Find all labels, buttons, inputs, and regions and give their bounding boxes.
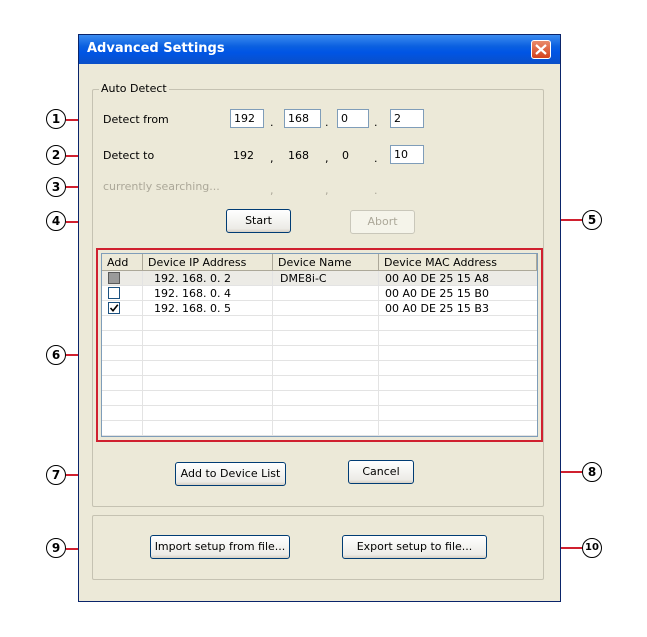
ip-dot: . [374, 116, 378, 129]
row-ip: 192. 168. 0. 4 [154, 287, 231, 300]
ip-dot: , [270, 184, 274, 197]
ip-dot: . [270, 116, 274, 129]
add-checkbox-indeterminate[interactable] [108, 272, 120, 284]
empty-row [102, 331, 537, 346]
currently-searching-label: currently searching... [103, 180, 220, 193]
import-setup-button[interactable]: Import setup from file... [150, 535, 290, 559]
detect-to-label: Detect to [103, 149, 155, 162]
ip-dot: , [325, 152, 329, 165]
device-list-highlight: Add Device IP Address Device Name Device… [96, 248, 543, 442]
close-icon [535, 44, 547, 55]
abort-button[interactable]: Abort [350, 210, 415, 234]
empty-row [102, 376, 537, 391]
row-mac: 00 A0 DE 25 15 B0 [385, 287, 489, 300]
detect-from-octet-4[interactable]: 2 [390, 109, 424, 128]
empty-row [102, 406, 537, 421]
table-row[interactable]: 192. 168. 0. 5 00 A0 DE 25 15 B3 [102, 301, 537, 316]
add-checkbox-unchecked[interactable] [108, 287, 120, 299]
auto-detect-legend: Auto Detect [99, 82, 169, 95]
row-mac: 00 A0 DE 25 15 B3 [385, 302, 489, 315]
cancel-button[interactable]: Cancel [348, 460, 414, 484]
detect-from-label: Detect from [103, 113, 169, 126]
row-ip: 192. 168. 0. 5 [154, 302, 231, 315]
ip-dot: . [325, 116, 329, 129]
callout-5: 5 [582, 210, 602, 230]
empty-row [102, 391, 537, 406]
detect-to-octet-3: 0 [342, 149, 349, 162]
detect-from-octet-1[interactable]: 192 [230, 109, 264, 128]
ip-dot: , [325, 184, 329, 197]
device-list[interactable]: Add Device IP Address Device Name Device… [101, 253, 538, 437]
add-checkbox-checked[interactable] [108, 302, 120, 314]
column-divider [378, 271, 379, 436]
ip-dot: , [270, 152, 274, 165]
detect-to-octet-1: 192 [233, 149, 254, 162]
start-button[interactable]: Start [226, 209, 291, 233]
column-header-ip[interactable]: Device IP Address [143, 254, 273, 271]
detect-from-octet-3[interactable]: 0 [337, 109, 369, 128]
ip-dot: . [374, 152, 378, 165]
close-button[interactable] [531, 40, 551, 59]
row-ip: 192. 168. 0. 2 [154, 272, 231, 285]
title-bar[interactable]: Advanced Settings [79, 35, 560, 64]
column-divider [142, 271, 143, 436]
row-mac: 00 A0 DE 25 15 A8 [385, 272, 489, 285]
column-header-add[interactable]: Add [102, 254, 143, 271]
callout-9: 9 [46, 538, 66, 558]
callout-3: 3 [46, 177, 66, 197]
detect-from-octet-2[interactable]: 168 [284, 109, 321, 128]
column-header-name[interactable]: Device Name [273, 254, 379, 271]
callout-8: 8 [582, 462, 602, 482]
column-divider [272, 271, 273, 436]
detect-to-octet-2: 168 [288, 149, 309, 162]
column-header-mac[interactable]: Device MAC Address [379, 254, 537, 271]
empty-row [102, 316, 537, 331]
detect-to-octet-4[interactable]: 10 [390, 145, 424, 164]
empty-row [102, 421, 537, 436]
add-to-device-list-button[interactable]: Add to Device List [175, 462, 286, 486]
table-row[interactable]: 192. 168. 0. 4 00 A0 DE 25 15 B0 [102, 286, 537, 301]
empty-row [102, 346, 537, 361]
callout-7: 7 [46, 465, 66, 485]
callout-10: 10 [582, 538, 602, 558]
callout-6: 6 [46, 345, 66, 365]
row-device-name: DME8i-C [280, 272, 327, 285]
dialog-title: Advanced Settings [87, 41, 225, 56]
callout-2: 2 [46, 145, 66, 165]
export-setup-button[interactable]: Export setup to file... [342, 535, 487, 559]
callout-1: 1 [46, 109, 66, 129]
empty-row [102, 361, 537, 376]
ip-dot: . [374, 184, 378, 197]
table-row[interactable]: 192. 168. 0. 2 DME8i-C 00 A0 DE 25 15 A8 [102, 271, 537, 286]
checkmark-icon [109, 304, 119, 313]
callout-4: 4 [46, 211, 66, 231]
